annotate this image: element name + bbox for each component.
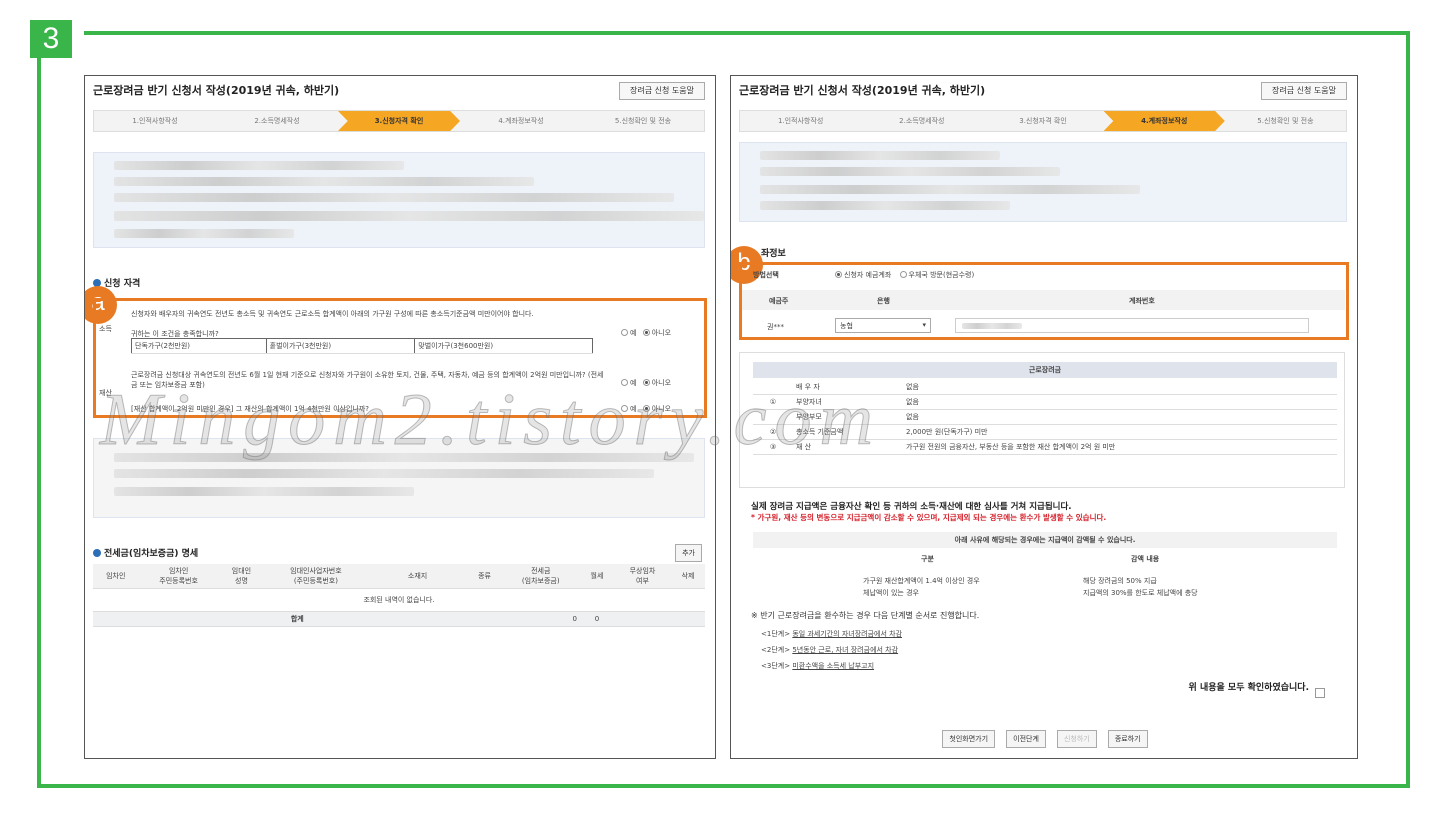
total-deposit: 0 — [501, 611, 580, 627]
first-screen-button[interactable]: 첫인화면가기 — [942, 730, 996, 748]
summary-table: 배 우 자 없음 ① 부양자녀 없음 부양부모 없음 ② 총소득 기준금액 2,000만 원… — [753, 380, 1337, 455]
account-info-screen: 근로장려금 반기 신청서 작성(2019년 귀속, 하반기) 장려금 신청 도움… — [730, 75, 1358, 759]
info-box-blurred — [93, 152, 705, 248]
reduce-col-category: 구분 — [921, 555, 934, 563]
step-2[interactable]: 2.소득명세작성 — [216, 111, 338, 131]
summary-row: ③재 산 가구원 전원의 금융자산, 부동산 등을 포함한 재산 합계액이 2억 … — [753, 439, 1337, 455]
frame-right-border — [1406, 31, 1410, 788]
step-4-active[interactable]: 4.계좌정보작성 — [1103, 111, 1225, 131]
refund-stage-2: <2단계> 5년동안 근로, 자녀 장려금에서 차감 — [761, 646, 899, 654]
section-title-lease: 전세금(임차보증금) 명세 — [93, 546, 198, 559]
step-1[interactable]: 1.인적사항작성 — [94, 111, 216, 131]
lease-table: 임차인 임차인 주민등록번호 임대인 성명 임대인사업자번호 (주민등록번호) … — [93, 564, 705, 627]
blurred-notice — [93, 438, 705, 518]
notice-review: 실제 장려금 지급액은 금융자산 확인 등 귀하의 소득·재산에 대한 심사를 … — [751, 502, 1072, 512]
step-progress: 1.인적사항작성 2.소득명세작성 3.신청자격 확인 4.계좌정보작성 5.신… — [93, 110, 705, 132]
exit-button[interactable]: 종료하기 — [1107, 730, 1148, 748]
step-2[interactable]: 2.소득명세작성 — [861, 111, 982, 131]
reduce-row1-content: 해당 장려금의 50% 지급 — [1083, 577, 1157, 585]
confirm-label: 위 내용을 모두 확인하였습니다. — [1188, 683, 1309, 693]
apply-button[interactable]: 신청하기 — [1056, 730, 1097, 748]
summary-row: ② 총소득 기준금액 2,000만 원(단독가구) 미만 — [753, 424, 1337, 440]
info-box-blurred — [739, 142, 1347, 222]
highlight-box-b — [739, 262, 1349, 340]
summary-row: ① 부양자녀 없음 — [753, 394, 1337, 410]
section-title-account: 좌정보 — [761, 249, 786, 259]
step-5[interactable]: 5.신청확인 및 전송 — [582, 111, 704, 131]
help-button[interactable]: 장려금 신청 도움말 — [1261, 82, 1347, 100]
col-delete: 삭제 — [671, 564, 705, 589]
step-4[interactable]: 4.계좌정보작성 — [460, 111, 582, 131]
reduce-row1-category: 가구원 재산합계액이 1.4억 이상인 경우 — [863, 577, 980, 585]
step-3[interactable]: 3.신청자격 확인 — [982, 111, 1103, 131]
step-3-active[interactable]: 3.신청자격 확인 — [338, 111, 460, 131]
refund-stage-3: <3단계> 미환수액을 소득세 납부고지 — [761, 662, 875, 670]
summary-row: 부양부모 없음 — [753, 409, 1337, 425]
col-landlord: 임대인 성명 — [218, 564, 265, 589]
action-buttons: 첫인화면가기 이전단계 신청하기 종료하기 — [731, 726, 1357, 748]
col-tenant: 임차인 — [93, 564, 139, 589]
page-title: 근로장려금 반기 신청서 작성(2019년 귀속, 하반기) — [93, 84, 340, 97]
reduce-col-content: 감액 내용 — [1131, 555, 1160, 563]
col-free-lease: 무상임차 여부 — [613, 564, 671, 589]
bullet-icon — [93, 549, 101, 557]
lease-table-header: 임차인 임차인 주민등록번호 임대인 성명 임대인사업자번호 (주민등록번호) … — [93, 564, 705, 589]
confirm-checkbox[interactable] — [1315, 688, 1325, 698]
add-lease-button[interactable]: 추가 — [675, 544, 702, 562]
step-1[interactable]: 1.인적사항작성 — [740, 111, 861, 131]
lease-empty-message: 조회된 내역이 없습니다. — [93, 588, 705, 612]
refund-title: ※ 반기 근로장려금을 환수하는 경우 다음 단계별 순서로 진행합니다. — [751, 611, 980, 620]
total-rent: 0 — [579, 611, 614, 627]
col-type: 종류 — [467, 564, 502, 589]
help-button[interactable]: 장려금 신청 도움말 — [619, 82, 705, 100]
step-number-badge: 3 — [30, 20, 72, 58]
col-address: 소재지 — [367, 564, 468, 589]
step-5[interactable]: 5.신청확인 및 전송 — [1225, 111, 1346, 131]
summary-row: 배 우 자 없음 — [753, 380, 1337, 395]
prev-step-button[interactable]: 이전단계 — [1006, 730, 1046, 748]
frame-top-border — [84, 31, 1410, 35]
reduce-title: 아래 사유에 해당되는 경우에는 지급액이 감액될 수 있습니다. — [753, 532, 1337, 548]
qualification-screen: 근로장려금 반기 신청서 작성(2019년 귀속, 하반기) 장려금 신청 도움… — [84, 75, 716, 759]
frame-left-border — [37, 57, 41, 788]
total-label: 합계 — [93, 611, 502, 627]
col-deposit: 전세금 (임차보증금) — [501, 564, 580, 589]
page-title: 근로장려금 반기 신청서 작성(2019년 귀속, 하반기) — [739, 84, 986, 97]
col-tenant-id: 임차인 주민등록번호 — [138, 564, 219, 589]
reduce-row2-category: 체납액이 있는 경우 — [863, 589, 919, 597]
notice-warning: * 가구원, 재산 등의 변동으로 지급금액이 감소할 수 있으며, 지급제외 … — [751, 513, 1107, 522]
frame-bottom-border — [37, 784, 1410, 788]
reduce-row2-content: 지급액의 30%를 한도로 체납액에 충당 — [1083, 589, 1198, 597]
refund-stage-1: <1단계> 동일 과세기간의 자녀장려금에서 차감 — [761, 630, 903, 638]
highlight-box-a — [93, 298, 707, 418]
summary-header: 근로장려금 — [753, 362, 1337, 378]
step-progress: 1.인적사항작성 2.소득명세작성 3.신청자격 확인 4.계좌정보작성 5.신… — [739, 110, 1347, 132]
col-landlord-bizno: 임대인사업자번호 (주민등록번호) — [264, 564, 368, 589]
col-rent: 월세 — [579, 564, 614, 589]
